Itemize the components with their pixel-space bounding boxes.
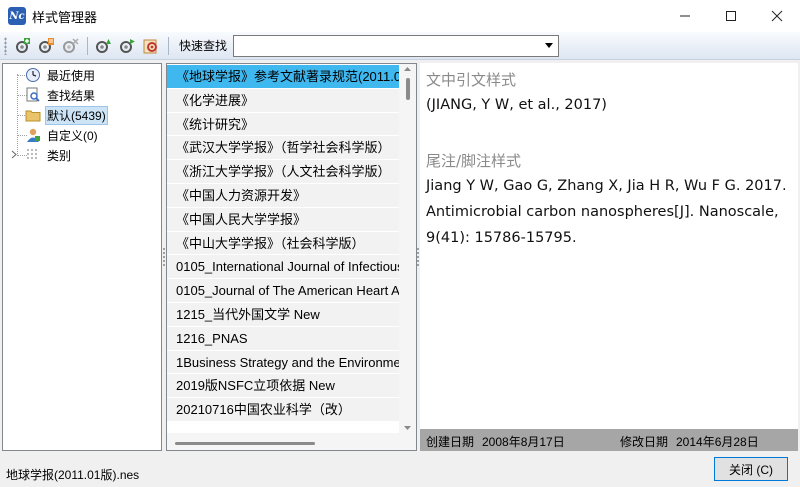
toolbar-grip[interactable]: [4, 36, 7, 55]
tree-item-custom[interactable]: 自定义(0): [25, 125, 100, 145]
tree-item-category[interactable]: 类别: [25, 145, 73, 165]
search-result-icon: [25, 87, 41, 103]
toolbar-separator: [168, 36, 169, 55]
tree-item-label: 类别: [47, 148, 72, 163]
new-style-button[interactable]: [11, 35, 33, 57]
scroll-up-icon[interactable]: [404, 67, 411, 71]
style-list-item[interactable]: 20210716中国农业科学（改）: [167, 398, 399, 422]
tree-item-search-results[interactable]: 查找结果: [25, 85, 97, 105]
style-list-item[interactable]: 2019版NSFC立项依据 New: [167, 374, 399, 399]
minimize-button[interactable]: [662, 0, 708, 32]
bibliography-style-heading: 尾注/脚注样式: [426, 152, 522, 170]
close-button[interactable]: 关闭 (C): [714, 457, 788, 481]
maximize-icon: [726, 11, 736, 21]
delete-style-icon: [63, 37, 79, 53]
tree-item-label: 默认(5439): [45, 105, 108, 125]
style-list-vertical-scrollbar[interactable]: [399, 64, 416, 434]
citation-style-heading: 文中引文样式: [426, 71, 517, 89]
minimize-icon: [680, 15, 690, 17]
quick-search-label: 快速查找: [179, 39, 228, 53]
tree-item-label: 自定义(0): [47, 128, 98, 143]
export-style-icon: [120, 38, 135, 53]
chevron-right-icon: [11, 150, 17, 159]
close-window-button[interactable]: [754, 0, 800, 32]
style-list-horizontal-scrollbar[interactable]: [167, 433, 399, 450]
bibliography-style-text: Jiang Y W, Gao G, Zhang X, Jia H R, Wu F…: [426, 178, 787, 246]
quick-search-combobox[interactable]: [233, 34, 560, 57]
created-date-value: 2008年8月17日: [482, 435, 565, 449]
title-bar: Nc 样式管理器: [0, 0, 800, 32]
style-list-item[interactable]: 《中山大学学报》（社会科学版）: [167, 231, 399, 256]
export-style-button[interactable]: [116, 35, 138, 57]
preview-footer: 创建日期 2008年8月17日 修改日期 2014年6月28日: [420, 429, 798, 451]
style-list-item[interactable]: 1216_PNAS: [167, 326, 399, 351]
style-settings-button[interactable]: [140, 35, 162, 57]
folder-icon: [25, 107, 41, 123]
scrollbar-corner: [399, 433, 416, 450]
close-icon: [771, 10, 783, 22]
window-title: 样式管理器: [32, 9, 98, 25]
clock-icon: [25, 67, 41, 83]
import-style-icon: [96, 38, 111, 53]
created-date-label: 创建日期: [426, 435, 475, 449]
style-list-item[interactable]: 0105_Journal of The American Heart Assoc…: [167, 279, 399, 303]
style-list[interactable]: 《地球学报》参考文献著录规范(2011.01版)《化学进展》《统计研究》《武汉大…: [166, 63, 417, 451]
toolbar: 快速查找: [0, 32, 800, 60]
quick-search-dropdown-button[interactable]: [540, 36, 558, 56]
modified-date-value: 2014年6月28日: [676, 435, 759, 449]
window-controls: [662, 0, 800, 32]
scroll-down-icon[interactable]: [404, 426, 411, 430]
delete-style-button[interactable]: [59, 35, 81, 57]
style-preview: 文中引文样式 (JIANG, Y W, et al., 2017) 尾注/脚注样…: [420, 63, 798, 451]
style-list-item[interactable]: 《统计研究》: [167, 112, 399, 137]
tree-expander[interactable]: [9, 150, 18, 159]
import-style-button[interactable]: [92, 35, 114, 57]
quick-search-input[interactable]: [234, 35, 535, 56]
chevron-down-icon: [545, 43, 554, 48]
horizontal-scroll-thumb[interactable]: [175, 442, 315, 445]
tree-item-recent[interactable]: 最近使用: [25, 65, 97, 85]
citation-style-text: (JIANG, Y W, et al., 2017): [426, 97, 607, 113]
style-list-item[interactable]: 0105_International Journal of Infectious…: [167, 255, 399, 280]
new-style-icon: [16, 37, 30, 53]
tree-item-default[interactable]: 默认(5439): [25, 105, 108, 125]
app-icon: Nc: [8, 7, 26, 25]
edit-style-button[interactable]: [35, 35, 57, 57]
style-list-item[interactable]: 《地球学报》参考文献著录规范(2011.01版): [167, 65, 399, 89]
category-grid-icon: [25, 147, 41, 163]
selected-file-name: 地球学报(2011.01版).nes: [6, 468, 140, 482]
style-list-item[interactable]: 1Business Strategy and the Environment: [167, 350, 399, 375]
edit-style-icon: [39, 37, 54, 53]
style-list-item[interactable]: 1215_当代外国文学 New: [167, 303, 399, 327]
style-list-item[interactable]: 《浙江大学学报》（人文社会科学版）: [167, 160, 399, 184]
style-list-item[interactable]: 《武汉大学学报》（哲学社会科学版）: [167, 136, 399, 161]
style-list-item[interactable]: 《化学进展》: [167, 88, 399, 113]
toolbar-separator: [87, 36, 88, 55]
maximize-button[interactable]: [708, 0, 754, 32]
style-list-item[interactable]: 《中国人力资源开发》: [167, 184, 399, 208]
user-icon: [25, 127, 41, 143]
vertical-scroll-thumb[interactable]: [406, 78, 410, 100]
tree-item-label: 查找结果: [47, 88, 96, 103]
style-list-item[interactable]: 《中国人民大学学报》: [167, 207, 399, 232]
modified-date-label: 修改日期: [620, 435, 669, 449]
category-tree[interactable]: 最近使用 查找结果 默认(5439) 自定义(0) 类别: [2, 63, 162, 451]
style-settings-icon: [143, 39, 157, 53]
tree-item-label: 最近使用: [47, 68, 96, 83]
